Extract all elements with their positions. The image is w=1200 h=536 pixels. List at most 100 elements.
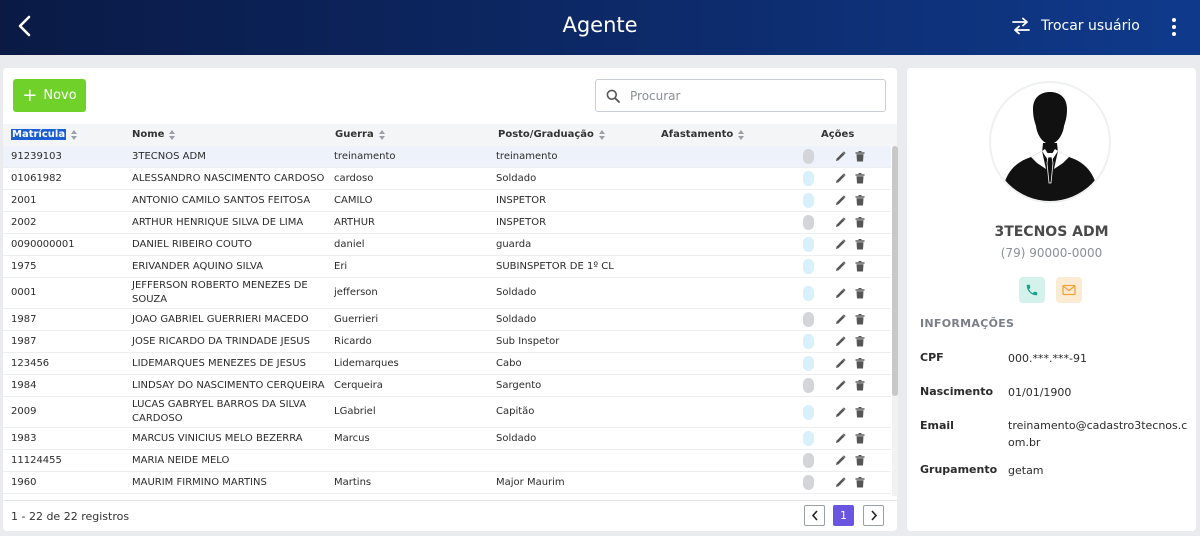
edit-pencil-icon[interactable] [835, 173, 846, 184]
mail-icon [1062, 284, 1076, 296]
status-toggle[interactable] [803, 453, 814, 468]
cell-guerra: cardoso [334, 172, 374, 184]
cell-guerra: ARTHUR [334, 216, 375, 228]
table-row[interactable]: 1987 JOAO GABRIEL GUERRIERI MACEDO Guerrie… [3, 309, 891, 331]
email-button[interactable] [1056, 277, 1082, 303]
more-options-icon[interactable] [1165, 17, 1183, 37]
edit-pencil-icon[interactable] [835, 151, 846, 162]
edit-pencil-icon[interactable] [835, 358, 846, 369]
delete-trash-icon[interactable] [855, 477, 865, 488]
status-toggle[interactable] [803, 334, 814, 349]
table-row[interactable]: 1960 MAURIM FIRMINO MARTINS Martins Major M… [3, 472, 891, 494]
status-toggle[interactable] [803, 171, 814, 186]
search-box [595, 79, 886, 112]
new-button[interactable]: + Novo [13, 79, 86, 112]
column-label: Nome [132, 129, 165, 140]
table-row[interactable]: 1987 JOSE RICARDO DA TRINDADE JESUS Ricard… [3, 331, 891, 353]
table-row[interactable]: 91239103 3TECNOS ADM treinamento treinament… [3, 146, 891, 168]
delete-trash-icon[interactable] [855, 433, 865, 444]
status-toggle[interactable] [803, 149, 814, 164]
status-toggle[interactable] [803, 378, 814, 393]
delete-trash-icon[interactable] [855, 288, 865, 299]
status-toggle[interactable] [803, 193, 814, 208]
next-page-button[interactable] [863, 505, 884, 526]
table-row[interactable]: 1984 LINDSAY DO NASCIMENTO CERQUEIRA Cerqu… [3, 375, 891, 397]
cell-matricula: 1987 [11, 335, 37, 347]
status-toggle[interactable] [803, 259, 814, 274]
column-header-nome[interactable]: Nome [132, 129, 176, 140]
edit-pencil-icon[interactable] [835, 217, 846, 228]
delete-trash-icon[interactable] [855, 217, 865, 228]
status-toggle[interactable] [803, 312, 814, 327]
delete-trash-icon[interactable] [855, 455, 865, 466]
cell-posto: Cabo [496, 357, 522, 369]
table-row[interactable]: 2001 ANTONIO CAMILO SANTOS FEITOSA CAMILO I… [3, 190, 891, 212]
table-scrollbar[interactable] [892, 146, 898, 496]
switch-user-button[interactable]: Trocar usuário [1011, 17, 1140, 35]
delete-trash-icon[interactable] [855, 195, 865, 206]
column-label: Afastamento [661, 129, 734, 140]
edit-pencil-icon[interactable] [835, 336, 846, 347]
edit-pencil-icon[interactable] [835, 380, 846, 391]
delete-trash-icon[interactable] [855, 151, 865, 162]
edit-pencil-icon[interactable] [835, 407, 846, 418]
column-header-matricula[interactable]: Matrícula [11, 129, 78, 140]
table-row[interactable]: 01061982 ALESSANDRO NASCIMENTO CARDOSO car… [3, 168, 891, 190]
delete-trash-icon[interactable] [855, 314, 865, 325]
cell-posto: INSPETOR [496, 216, 547, 228]
scrollbar-thumb[interactable] [892, 146, 898, 396]
status-toggle[interactable] [803, 237, 814, 252]
cell-matricula: 1983 [11, 432, 37, 444]
delete-trash-icon[interactable] [855, 261, 865, 272]
status-toggle[interactable] [803, 475, 814, 490]
table-row[interactable]: 0001 JEFFERSON ROBERTO MENEZES DE SOUZA je… [3, 278, 891, 309]
status-toggle[interactable] [803, 405, 814, 420]
edit-pencil-icon[interactable] [835, 261, 846, 272]
cell-nome: MARIA NEIDE MELO [132, 454, 230, 466]
delete-trash-icon[interactable] [855, 173, 865, 184]
edit-pencil-icon[interactable] [835, 288, 846, 299]
table-row[interactable]: 1983 MARCUS VINICIUS MELO BEZERRA Marcus So… [3, 428, 891, 450]
edit-pencil-icon[interactable] [835, 455, 846, 466]
status-toggle[interactable] [803, 431, 814, 446]
info-label-cpf: CPF [920, 351, 944, 364]
column-label: Guerra [335, 129, 374, 140]
edit-pencil-icon[interactable] [835, 195, 846, 206]
delete-trash-icon[interactable] [855, 380, 865, 391]
table-row[interactable]: 2009 LUCAS GABRYEL BARROS DA SILVA CARDOS… [3, 397, 891, 428]
column-header-guerra[interactable]: Guerra [335, 129, 386, 140]
table-row[interactable]: 0090000001 DANIEL RIBEIRO COUTO daniel guar… [3, 234, 891, 256]
prev-page-button[interactable] [804, 505, 825, 526]
cell-matricula: 11124455 [11, 454, 62, 466]
delete-trash-icon[interactable] [855, 407, 865, 418]
table-row[interactable]: 1975 ERIVANDER AQUINO SILVA Eri SUBINSPETOR… [3, 256, 891, 278]
delete-trash-icon[interactable] [855, 358, 865, 369]
edit-pencil-icon[interactable] [835, 433, 846, 444]
edit-pencil-icon[interactable] [835, 239, 846, 250]
call-button[interactable] [1019, 277, 1045, 303]
search-input[interactable] [630, 88, 860, 103]
table-row[interactable]: 123456 LIDEMARQUES MENEZES DE JESUS Lidema… [3, 353, 891, 375]
delete-trash-icon[interactable] [855, 336, 865, 347]
edit-pencil-icon[interactable] [835, 314, 846, 325]
table-row[interactable]: 2002 ARTHUR HENRIQUE SILVA DE LIMA ARTHUR I… [3, 212, 891, 234]
cell-posto: guarda [496, 238, 532, 250]
delete-trash-icon[interactable] [855, 239, 865, 250]
page-button-current[interactable]: 1 [833, 505, 854, 526]
edit-pencil-icon[interactable] [835, 477, 846, 488]
table-row[interactable]: 11124455 MARIA NEIDE MELO [3, 450, 891, 472]
table-header: Matrícula Nome Guerra Posto/Graduação Af… [3, 124, 897, 146]
cell-matricula: 1975 [11, 260, 37, 272]
column-header-afastamento[interactable]: Afastamento [661, 129, 745, 140]
column-header-posto[interactable]: Posto/Graduação [498, 129, 606, 140]
cell-matricula: 0001 [11, 287, 37, 298]
status-toggle[interactable] [803, 286, 814, 301]
cell-posto: Soldado [496, 172, 537, 184]
cell-guerra: Lidemarques [334, 357, 399, 369]
status-toggle[interactable] [803, 356, 814, 371]
cell-matricula: 1984 [11, 379, 37, 391]
column-header-acoes: Ações [821, 129, 854, 140]
cell-nome: ALESSANDRO NASCIMENTO CARDOSO [132, 172, 325, 184]
status-toggle[interactable] [803, 215, 814, 230]
chevron-right-icon [870, 510, 877, 521]
